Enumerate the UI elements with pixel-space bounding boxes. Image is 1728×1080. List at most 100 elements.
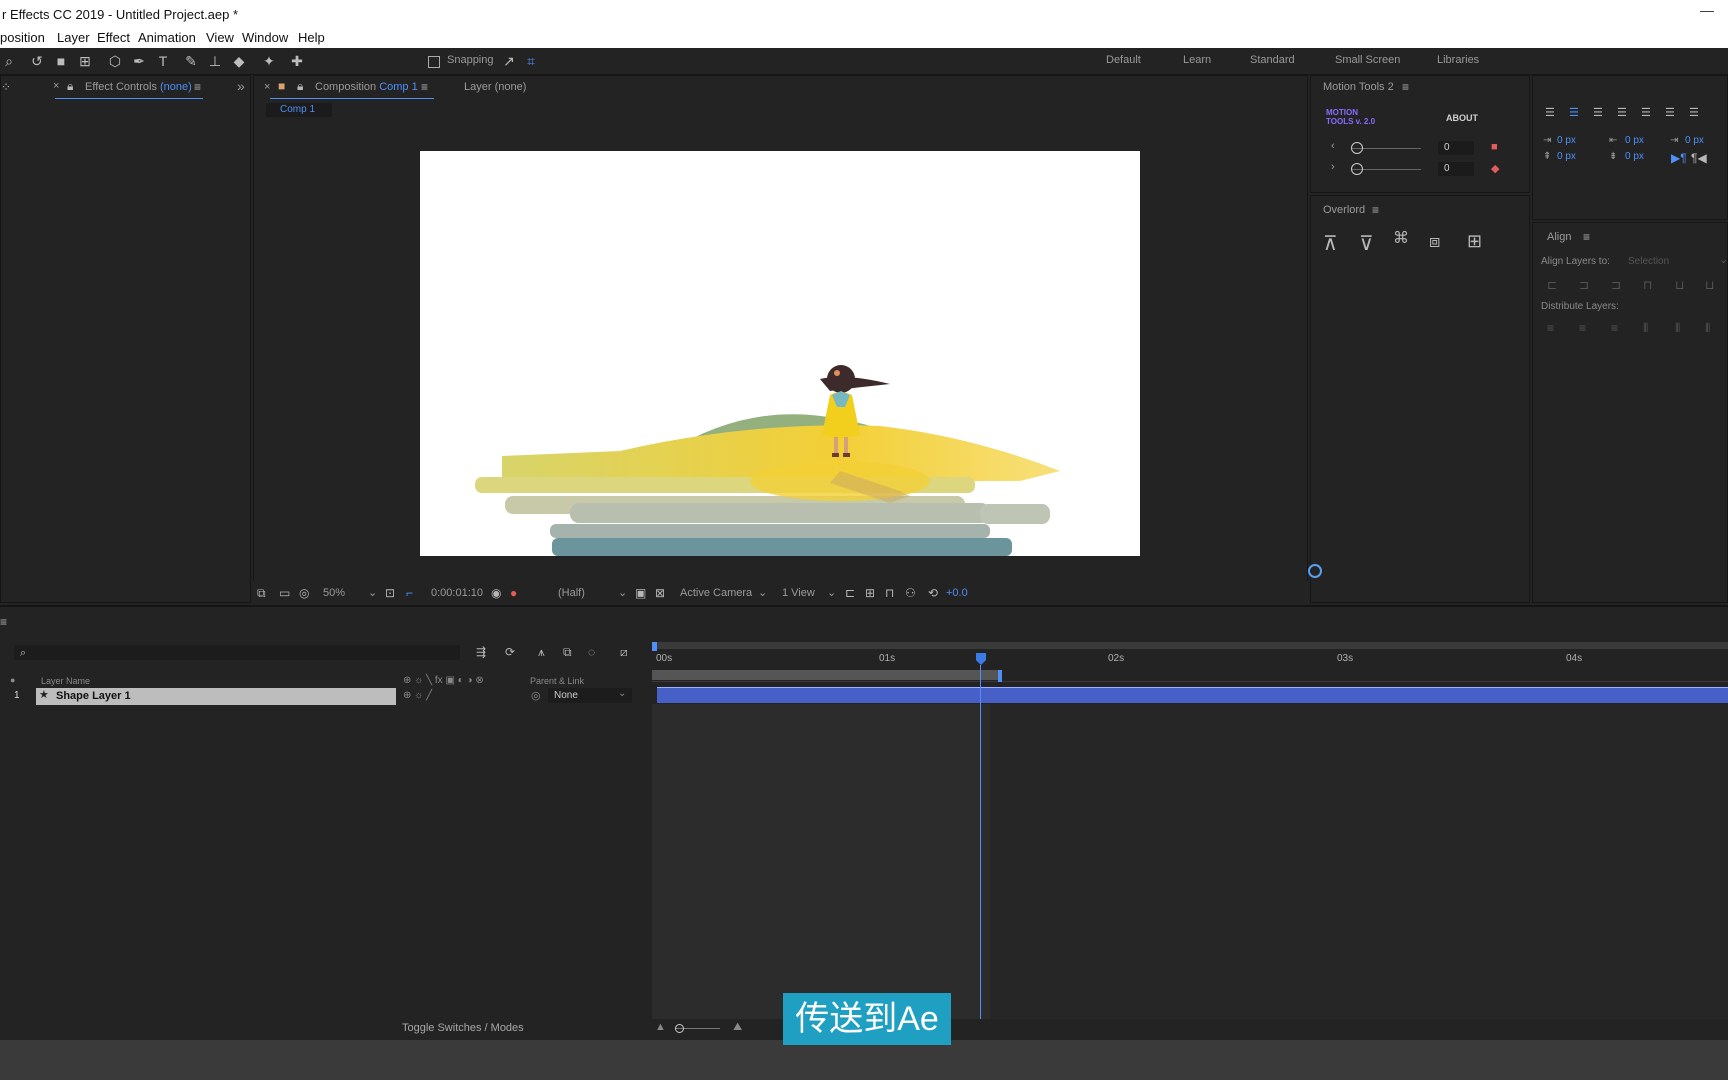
pen-tool-icon[interactable]: ✒ [130, 52, 148, 70]
view-layout-dropdown-chevron[interactable]: ⌄ [827, 586, 836, 599]
pan-behind-tool-icon[interactable]: ⊞ [76, 52, 94, 70]
snap-edges-icon[interactable]: ↗ [500, 52, 518, 70]
align-select-chevron[interactable]: ⌄ [1719, 253, 1728, 266]
layer-name[interactable]: Shape Layer 1 [56, 690, 131, 702]
align-right-text-icon[interactable]: ☰ [1593, 106, 1603, 120]
workspace-default[interactable]: Default [1106, 54, 1141, 66]
indent-left-value[interactable]: 0 px [1557, 135, 1576, 146]
resolution-dropdown-chevron[interactable]: ⌄ [618, 586, 627, 599]
type-tool-icon[interactable]: T [154, 52, 172, 70]
menu-composition[interactable]: position [0, 30, 45, 45]
parent-select[interactable]: None ⌄ [548, 688, 632, 703]
resolution-select[interactable]: (Half) [558, 587, 585, 599]
motion-tools-menu-icon[interactable]: ≡ [1402, 80, 1409, 94]
reset-exposure-icon[interactable]: ⟲ [928, 586, 938, 600]
camera-tool-icon[interactable]: ■ [52, 52, 70, 70]
rtl-direction-icon[interactable]: ¶◀ [1691, 151, 1707, 165]
toggle-pixel-icon[interactable]: ⊏ [845, 586, 855, 600]
space-after-value[interactable]: 0 px [1625, 151, 1644, 162]
roto-brush-tool-icon[interactable]: ✦ [260, 52, 278, 70]
slider2-knob[interactable] [1351, 163, 1363, 175]
brush-tool-icon[interactable]: ✎ [182, 52, 200, 70]
monitor-icon[interactable]: ▭ [279, 586, 290, 600]
fit-icon[interactable]: ⊡ [385, 586, 395, 600]
fast-preview-icon[interactable]: ⊞ [865, 586, 875, 600]
flowchart-icon[interactable]: ⚇ [905, 586, 916, 600]
distribute-right-icon[interactable]: ⦀ [1705, 321, 1710, 335]
zoom-select[interactable]: 50% [323, 587, 345, 599]
slider2-value-field[interactable]: 0 [1438, 162, 1474, 176]
slider1-knob[interactable] [1351, 142, 1363, 154]
motion-tools-about-button[interactable]: ABOUT [1446, 113, 1478, 123]
workspace-libraries[interactable]: Libraries [1437, 54, 1479, 66]
workspace-standard[interactable]: Standard [1250, 54, 1295, 66]
layer-name-header[interactable]: Layer Name [41, 676, 90, 686]
align-title[interactable]: Align [1547, 231, 1571, 243]
slider2-keyframe-icon[interactable]: ◆ [1491, 162, 1499, 175]
justify-all-icon[interactable]: ☰ [1689, 106, 1699, 120]
distribute-top-icon[interactable]: ≡ [1547, 321, 1554, 335]
distribute-vcenter-icon[interactable]: ≡ [1579, 321, 1586, 335]
playhead-handle[interactable] [976, 653, 986, 665]
effect-controls-menu-icon[interactable]: ≡ [194, 80, 201, 94]
snapshot-icon[interactable]: ◉ [491, 586, 501, 600]
justify-left-icon[interactable]: ☰ [1617, 106, 1627, 120]
view-layout-select[interactable]: 1 View [782, 587, 815, 599]
align-right-icon[interactable]: ⊐ [1611, 278, 1621, 292]
timeline-icon[interactable]: ⊓ [885, 586, 894, 600]
effect-controls-close[interactable]: × [53, 80, 59, 92]
first-line-indent-value[interactable]: 0 px [1685, 135, 1704, 146]
rotate-tool-icon[interactable]: ↺ [28, 52, 46, 70]
menu-help[interactable]: Help [298, 30, 325, 45]
work-area-end-handle[interactable] [998, 670, 1002, 682]
minimize-button[interactable]: — [1700, 2, 1714, 18]
menu-animation[interactable]: Animation [138, 30, 196, 45]
layer-duration-bar[interactable] [657, 687, 1728, 703]
project-panel-icon[interactable]: ⁘ [1, 80, 11, 94]
always-preview-icon[interactable]: ⧉ [257, 586, 266, 600]
parent-link-header[interactable]: Parent & Link [530, 676, 584, 686]
space-before-value[interactable]: 0 px [1557, 151, 1576, 162]
ltr-direction-icon[interactable]: ▶¶ [1671, 151, 1687, 165]
work-area-bar[interactable] [652, 642, 1728, 649]
layer-tab[interactable]: Layer (none) [464, 81, 526, 93]
channel-icon[interactable]: ● [510, 586, 517, 600]
composition-menu-icon[interactable]: ≡ [421, 80, 428, 94]
align-top-icon[interactable]: ⊓ [1643, 278, 1652, 292]
comp-lock-icon[interactable]: 🔒︎ [297, 79, 303, 93]
puppet-tool-icon[interactable]: ✚ [288, 52, 306, 70]
composition-canvas[interactable] [420, 151, 1140, 556]
layer-switches-icons[interactable]: ⊕ ☼ ╱ [403, 690, 432, 701]
menu-layer[interactable]: Layer [57, 30, 90, 45]
snap-features-icon[interactable]: ⌗ [522, 52, 540, 70]
align-layers-to-select[interactable]: Selection [1628, 256, 1669, 267]
motion-tools-title[interactable]: Motion Tools 2 [1323, 81, 1394, 93]
overlord-title[interactable]: Overlord [1323, 204, 1365, 216]
zoom-dropdown-chevron[interactable]: ⌄ [368, 586, 377, 599]
workspace-learn[interactable]: Learn [1183, 54, 1211, 66]
work-area-start-handle[interactable] [652, 642, 657, 651]
overlord-add-icon[interactable]: ⊞ [1467, 232, 1482, 250]
slider-prev-chevron[interactable]: ‹ [1331, 140, 1335, 152]
zoom-out-icon[interactable]: ▲ [655, 1021, 666, 1033]
comp-mini-flowchart-icon[interactable]: ⇶ [476, 645, 486, 659]
indent-right-value[interactable]: 0 px [1625, 135, 1644, 146]
overlord-split-icon[interactable]: ⌘ [1393, 231, 1409, 247]
composition-close[interactable]: × [264, 81, 270, 93]
composition-tab[interactable]: Composition Comp 1 [315, 81, 418, 93]
overlord-push-to-ae-icon[interactable]: ⊼ [1323, 234, 1338, 254]
align-left-icon[interactable]: ⊏ [1547, 278, 1557, 292]
transparency-grid-icon[interactable]: ⊠ [655, 586, 665, 600]
zoom-tool-icon[interactable]: ⌕ [0, 52, 18, 70]
align-center-text-icon[interactable]: ☰ [1569, 106, 1579, 120]
shape-tool-icon[interactable]: ⬡ [106, 52, 124, 70]
motion-blur-icon[interactable]: ◌ [588, 645, 595, 659]
region-of-interest-icon[interactable]: ▣ [635, 586, 646, 600]
eraser-tool-icon[interactable]: ◆ [230, 52, 248, 70]
align-hcenter-icon[interactable]: ⊐ [1579, 278, 1589, 292]
justify-center-icon[interactable]: ☰ [1641, 106, 1651, 120]
hide-shy-layers-icon[interactable]: ⩚ [538, 645, 545, 659]
menu-view[interactable]: View [206, 30, 234, 45]
timeline-menu-icon[interactable]: ≡ [0, 615, 7, 629]
timeline-zoom-knob[interactable] [675, 1024, 684, 1033]
